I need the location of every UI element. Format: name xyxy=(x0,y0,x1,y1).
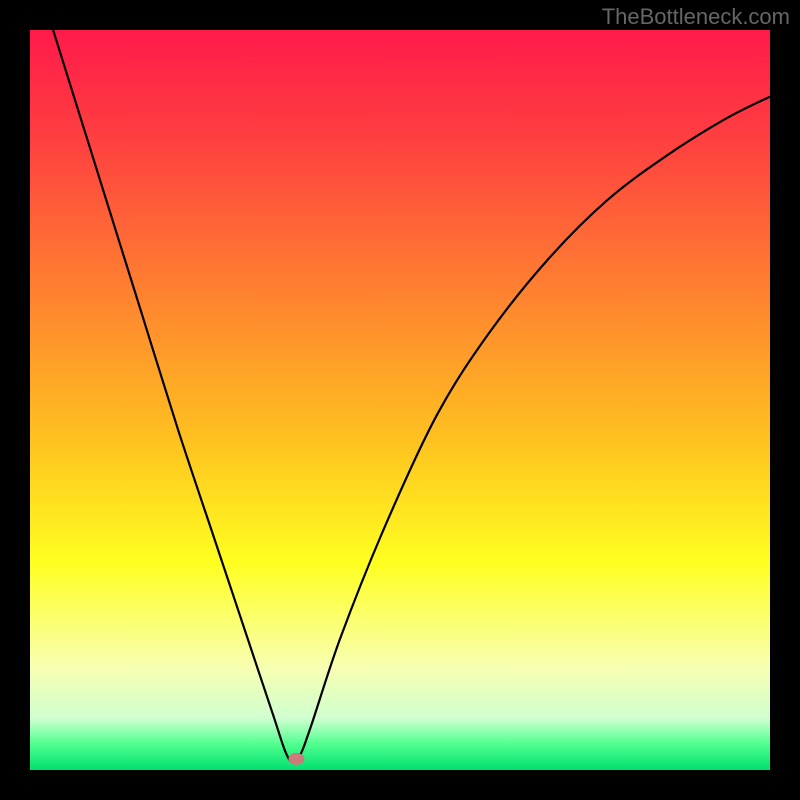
chart-container: TheBottleneck.com xyxy=(0,0,800,800)
optimal-point-marker xyxy=(288,753,304,765)
plot-area xyxy=(30,30,770,770)
gradient-background xyxy=(30,30,770,770)
watermark-text: TheBottleneck.com xyxy=(602,4,790,30)
chart-svg xyxy=(30,30,770,770)
